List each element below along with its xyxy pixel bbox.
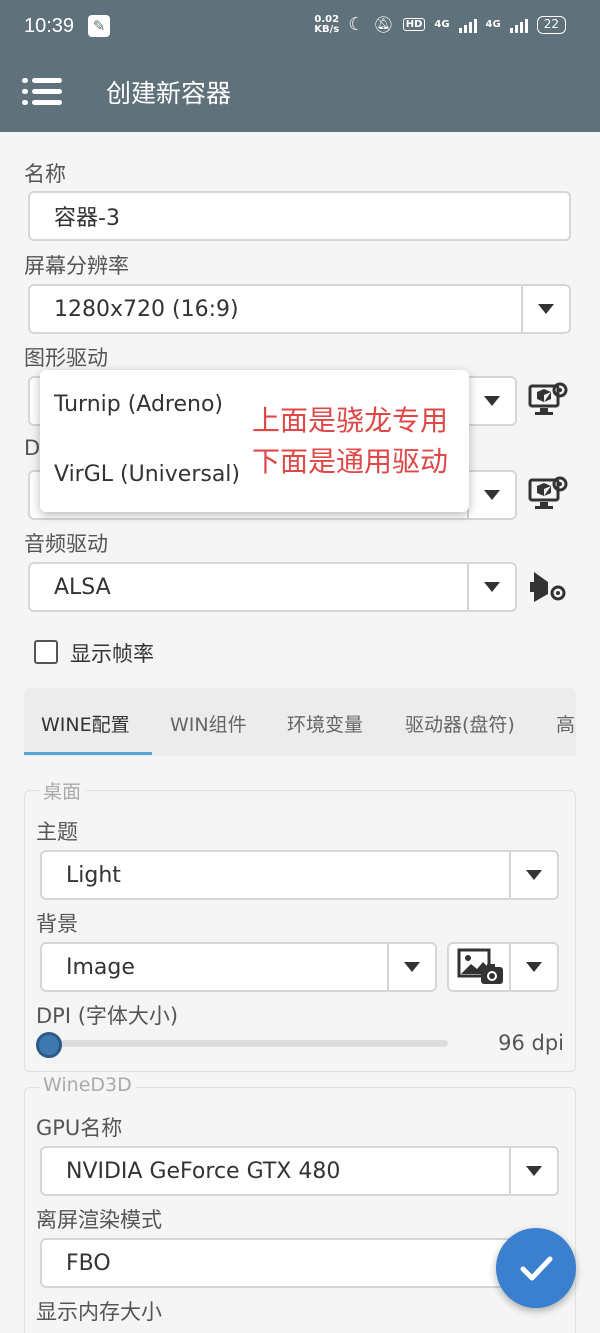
- check-icon: [520, 1256, 553, 1281]
- status-time: 10:39: [24, 14, 75, 37]
- status-icons: 0.02 KB/s ☾ 🔕︎ HD 4G 4G 22: [314, 14, 566, 35]
- tab-drives[interactable]: 驱动器(盘符): [405, 710, 515, 737]
- image-picker-select[interactable]: [447, 942, 559, 992]
- tab-advanced[interactable]: 高: [556, 710, 575, 737]
- signal-icon: [458, 17, 477, 33]
- tab-bar: WINE配置 WIN组件 环境变量 驱动器(盘符) 高: [24, 688, 576, 756]
- chevron-down-icon[interactable]: [509, 944, 557, 990]
- annotation-line-2: 下面是通用驱动: [252, 445, 449, 478]
- dropdown-option-turnip[interactable]: Turnip (Adreno): [54, 392, 223, 417]
- net-speed: 0.02 KB/s: [314, 13, 340, 35]
- wrench-icon: ✎: [88, 15, 111, 37]
- signal-icon-2: [509, 17, 528, 33]
- speaker-gear-icon[interactable]: [528, 566, 568, 606]
- resolution-select[interactable]: 1280x720 (16:9): [28, 284, 571, 334]
- gpu-name-select[interactable]: NVIDIA GeForce GTX 480: [40, 1146, 559, 1196]
- theme-value: Light: [66, 862, 121, 888]
- name-label: 名称: [24, 162, 66, 186]
- tab-env-vars[interactable]: 环境变量: [287, 710, 363, 737]
- status-bar: 10:39 ✎ 0.02 KB/s ☾ 🔕︎ HD 4G 4G 22: [0, 0, 600, 52]
- chevron-down-icon[interactable]: [467, 378, 515, 424]
- theme-select[interactable]: Light: [40, 850, 559, 900]
- vram-size-label: 显示内存大小: [36, 1300, 162, 1324]
- name-input-value: 容器-3: [54, 206, 120, 231]
- chevron-down-icon[interactable]: [509, 852, 557, 898]
- net-speed-value: 0.02: [314, 13, 340, 25]
- background-select[interactable]: Image: [40, 942, 437, 992]
- desktop-group-title: 桌面: [39, 777, 86, 804]
- active-tab-indicator: [24, 752, 152, 755]
- annotation-text: 上面是骁龙专用 下面是通用驱动: [252, 400, 448, 482]
- dpi-value: 96 dpi: [498, 1031, 564, 1055]
- offscreen-mode-label: 离屏渲染模式: [36, 1208, 162, 1232]
- audio-driver-select[interactable]: ALSA: [28, 562, 517, 612]
- offscreen-mode-value: FBO: [66, 1250, 111, 1276]
- chevron-down-icon[interactable]: [467, 564, 515, 610]
- audio-driver-value: ALSA: [54, 574, 111, 600]
- chevron-down-icon[interactable]: [467, 472, 515, 518]
- dpi-label: DPI (字体大小): [36, 1004, 179, 1028]
- sim2-type: 4G: [485, 19, 501, 30]
- annotation-line-1: 上面是骁龙专用: [252, 404, 449, 437]
- battery-icon: 22: [536, 15, 566, 34]
- net-speed-unit: KB/s: [314, 23, 340, 35]
- resolution-label: 屏幕分辨率: [24, 254, 129, 278]
- resolution-value: 1280x720 (16:9): [54, 296, 239, 322]
- dpi-slider-thumb[interactable]: [36, 1032, 62, 1058]
- moon-icon: ☾: [348, 14, 365, 35]
- dropdown-option-virgl[interactable]: VirGL (Universal): [54, 462, 240, 487]
- offscreen-mode-select[interactable]: FBO: [40, 1238, 559, 1288]
- wined3d-group-title: WineD3D: [39, 1074, 136, 1096]
- sim1-type: 4G: [434, 19, 450, 30]
- chevron-down-icon[interactable]: [509, 1148, 557, 1194]
- chevron-down-icon[interactable]: [387, 944, 435, 990]
- image-camera-icon[interactable]: [457, 947, 505, 987]
- show-fps-checkbox[interactable]: [34, 640, 58, 664]
- background-value: Image: [66, 954, 135, 980]
- monitor-gear-icon[interactable]: [528, 380, 568, 420]
- show-fps-label: 显示帧率: [70, 642, 154, 666]
- mute-icon: 🔕︎: [373, 15, 394, 34]
- name-input[interactable]: 容器-3: [28, 191, 571, 241]
- menu-icon[interactable]: [22, 76, 62, 108]
- hd-badge: HD: [402, 18, 426, 31]
- graphics-driver-label: 图形驱动: [24, 346, 108, 370]
- theme-label: 主题: [36, 820, 78, 844]
- background-label: 背景: [36, 912, 78, 936]
- gpu-name-value: NVIDIA GeForce GTX 480: [66, 1158, 341, 1184]
- dpi-slider-track[interactable]: [36, 1040, 448, 1047]
- page-title: 创建新容器: [106, 79, 232, 108]
- tab-win-components[interactable]: WIN组件: [170, 710, 247, 737]
- tab-wine-config[interactable]: WINE配置: [41, 710, 130, 737]
- confirm-button[interactable]: [496, 1228, 576, 1308]
- chevron-down-icon[interactable]: [521, 286, 569, 332]
- audio-driver-label: 音频驱动: [24, 532, 108, 556]
- dx-wrapper-label: D: [24, 436, 41, 460]
- monitor-gear-icon[interactable]: [528, 474, 568, 514]
- app-bar: 创建新容器: [0, 52, 600, 132]
- gpu-name-label: GPU名称: [36, 1116, 123, 1140]
